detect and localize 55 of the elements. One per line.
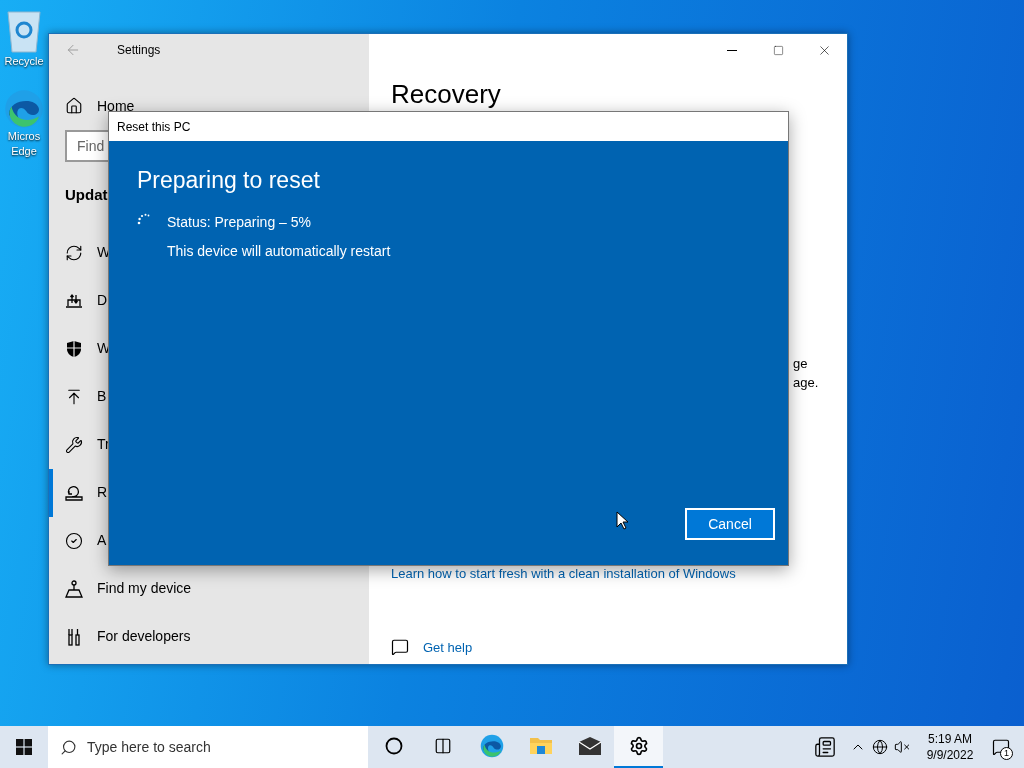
task-view-icon <box>433 737 452 755</box>
nav-item[interactable]: A <box>49 516 369 565</box>
globe-icon[interactable] <box>872 739 888 755</box>
spinner-icon <box>137 212 151 227</box>
section-heading: Updat <box>64 185 109 205</box>
cursor-icon <box>616 511 628 530</box>
clock-time[interactable]: 5:19 AM <box>928 731 972 747</box>
minimize-icon <box>727 49 737 51</box>
desktop-icon-label: Recycle <box>4 54 44 69</box>
cancel-button[interactable]: Cancel <box>685 508 775 540</box>
dialog-heading: Preparing to reset <box>137 166 321 195</box>
edge-shortcut-icon <box>4 89 44 129</box>
envelope-icon <box>577 736 602 756</box>
nav-item[interactable]: D <box>49 276 369 325</box>
status-text: Status: Preparing – 5% <box>167 212 312 232</box>
page-heading: Recovery <box>390 80 502 108</box>
description-text: age. <box>793 374 819 392</box>
upload-arrow-icon <box>65 387 83 406</box>
taskbar-app-button[interactable] <box>614 726 663 768</box>
windows-logo-icon <box>16 739 32 755</box>
clean-install-link[interactable]: Learn how to start fresh with a clean installation of Windows <box>369 564 847 584</box>
restart-note: This device will automatically restart <box>167 241 391 261</box>
search-icon <box>60 738 77 756</box>
window-title: Settings <box>117 42 161 59</box>
nav-item[interactable]: Tr <box>49 420 369 469</box>
nav-item[interactable]: Find my device <box>49 564 369 613</box>
tools-icon <box>65 627 83 646</box>
dialog-title: Reset this PC <box>117 118 191 136</box>
taskbar-search-field[interactable]: Type here to search <box>48 726 368 768</box>
folder-icon <box>528 736 553 756</box>
recycle-bin-icon[interactable] <box>5 8 43 54</box>
desktop-icon-label: Edge <box>11 144 37 159</box>
notification-count: 1 <box>1000 747 1013 760</box>
sync-icon <box>65 243 83 262</box>
clock-date[interactable]: 9/9/2022 <box>926 747 974 763</box>
person-pin-icon <box>65 579 83 598</box>
news-icon[interactable] <box>814 736 836 758</box>
check-circle-icon <box>65 531 83 550</box>
cortana-circle-icon <box>384 737 403 755</box>
edge-logo-icon <box>479 734 504 758</box>
notification-icon <box>992 738 1010 756</box>
notification-button[interactable]: 1 <box>978 726 1024 768</box>
home-icon <box>65 97 83 115</box>
shield-icon <box>65 339 83 358</box>
desktop-icon-label: Micros <box>7 129 41 144</box>
nav-item[interactable]: For developers <box>49 612 369 661</box>
nav-item[interactable]: B <box>49 372 369 421</box>
wrench-icon <box>65 435 83 454</box>
description-text: ge <box>793 355 808 373</box>
maximize-icon <box>772 44 784 56</box>
muted-speaker-icon[interactable] <box>894 739 910 755</box>
help-chat-icon <box>391 638 409 657</box>
settings-icon <box>628 736 649 756</box>
get-help-link[interactable]: Get help <box>423 637 473 657</box>
recovery-icon <box>65 483 83 502</box>
